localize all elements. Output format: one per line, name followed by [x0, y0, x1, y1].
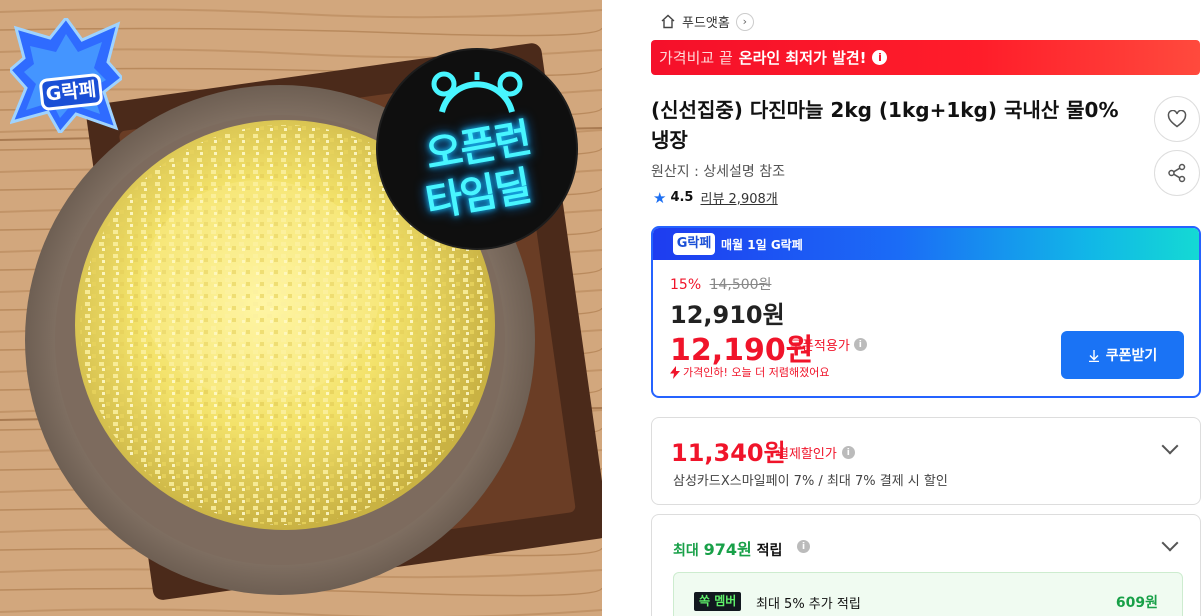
price-box-header-text: 매월 1일 G락페 — [721, 237, 803, 252]
lightning-icon — [670, 365, 680, 379]
origin-info: 원산지 : 상세설명 참조 — [651, 164, 785, 180]
info-icon[interactable]: i — [853, 338, 867, 351]
g-festival-chip: G락페 — [673, 233, 715, 255]
heart-icon — [1167, 110, 1187, 128]
openrun-timedeal-sticker: 오픈런 타임딜 — [378, 50, 576, 248]
price-drop-notice: 가격인하! 오늘 더 저렴해졌어요 — [670, 364, 829, 380]
chevron-right-icon[interactable]: › — [735, 12, 754, 31]
product-title: (신선집중) 다진마늘 2kg (1kg+1kg) 국내산 물0% 냉장 — [651, 98, 1119, 152]
product-info-panel: 푸드앳홈 › 가격비교 끝 온라인 최저가 발견! i (신선집중) 다진마늘 … — [651, 0, 1201, 616]
coupon-price-note: 쿠폰적용가 i — [790, 335, 867, 354]
chevron-down-icon[interactable] — [1161, 437, 1179, 455]
download-icon — [1088, 349, 1099, 362]
points-amount: 974원 — [703, 540, 752, 559]
info-icon[interactable]: i — [872, 50, 888, 65]
points-title: 최대 974원 적립 — [673, 536, 782, 560]
review-count-link[interactable]: 리뷰 2,908개 — [700, 188, 777, 207]
star-icon: ★ — [653, 188, 667, 207]
card-discount-label-wrap: 결제할인가 i — [777, 443, 855, 462]
get-coupon-label: 쿠폰받기 — [1105, 347, 1158, 363]
coupon-price-label: 쿠폰적용가 — [790, 339, 850, 354]
wishlist-button[interactable] — [1154, 96, 1200, 142]
price-box: G락페 매월 1일 G락페 15% 14,500원 12,910원 12,190… — [651, 226, 1201, 398]
member-points-text: 최대 5% 추가 적립 — [756, 597, 861, 612]
get-coupon-button[interactable]: 쿠폰받기 — [1061, 331, 1184, 379]
points-prefix: 최대 — [673, 543, 699, 559]
price-drop-text: 가격인하! 오늘 더 저렴해졌어요 — [683, 366, 830, 379]
promo-light-text: 가격비교 끝 — [659, 49, 733, 67]
card-discount-desc: 삼성카드X스마일페이 7% / 최대 7% 결제 시 할인 — [673, 474, 948, 489]
discount-percent: 15% — [670, 277, 702, 293]
promo-strong-text: 온라인 최저가 발견! — [738, 49, 867, 67]
card-discount-price: 11,340원 — [671, 439, 786, 467]
original-price: 14,500원 — [709, 277, 772, 293]
price-box-header: G락페 매월 1일 G락페 — [653, 228, 1199, 260]
home-icon — [661, 14, 675, 29]
points-suffix: 적립 — [756, 543, 783, 559]
share-icon — [1168, 163, 1186, 183]
product-image[interactable]: G락페 오픈런 타임딜 — [0, 0, 602, 616]
lowest-price-banner[interactable]: 가격비교 끝 온라인 최저가 발견! i — [651, 40, 1200, 75]
points-box[interactable]: 최대 974원 적립 i 쏙 멤버 최대 5% 추가 적립 609원 — [651, 514, 1201, 616]
chevron-down-icon[interactable] — [1161, 534, 1179, 552]
breadcrumb-label[interactable]: 푸드앳홈 — [682, 12, 730, 31]
card-discount-label: 결제할인가 — [777, 447, 837, 462]
info-icon[interactable]: i — [841, 446, 855, 459]
rating-score: 4.5 — [670, 190, 694, 205]
discount-row: 15% 14,500원 — [670, 274, 771, 294]
share-button[interactable] — [1154, 150, 1200, 196]
info-icon[interactable]: i — [797, 540, 810, 553]
member-tag: 쏙 멤버 — [694, 592, 742, 611]
breadcrumb[interactable]: 푸드앳홈 › — [660, 12, 754, 31]
rating-summary[interactable]: ★ 4.5 리뷰 2,908개 — [653, 188, 778, 208]
member-points-value: 609원 — [1115, 595, 1158, 611]
card-discount-box[interactable]: 11,340원 결제할인가 i 삼성카드X스마일페이 7% / 최대 7% 결제… — [651, 417, 1201, 505]
member-points-row: 쏙 멤버 최대 5% 추가 적립 609원 — [673, 572, 1183, 616]
g-festival-badge: G락페 — [10, 18, 122, 133]
